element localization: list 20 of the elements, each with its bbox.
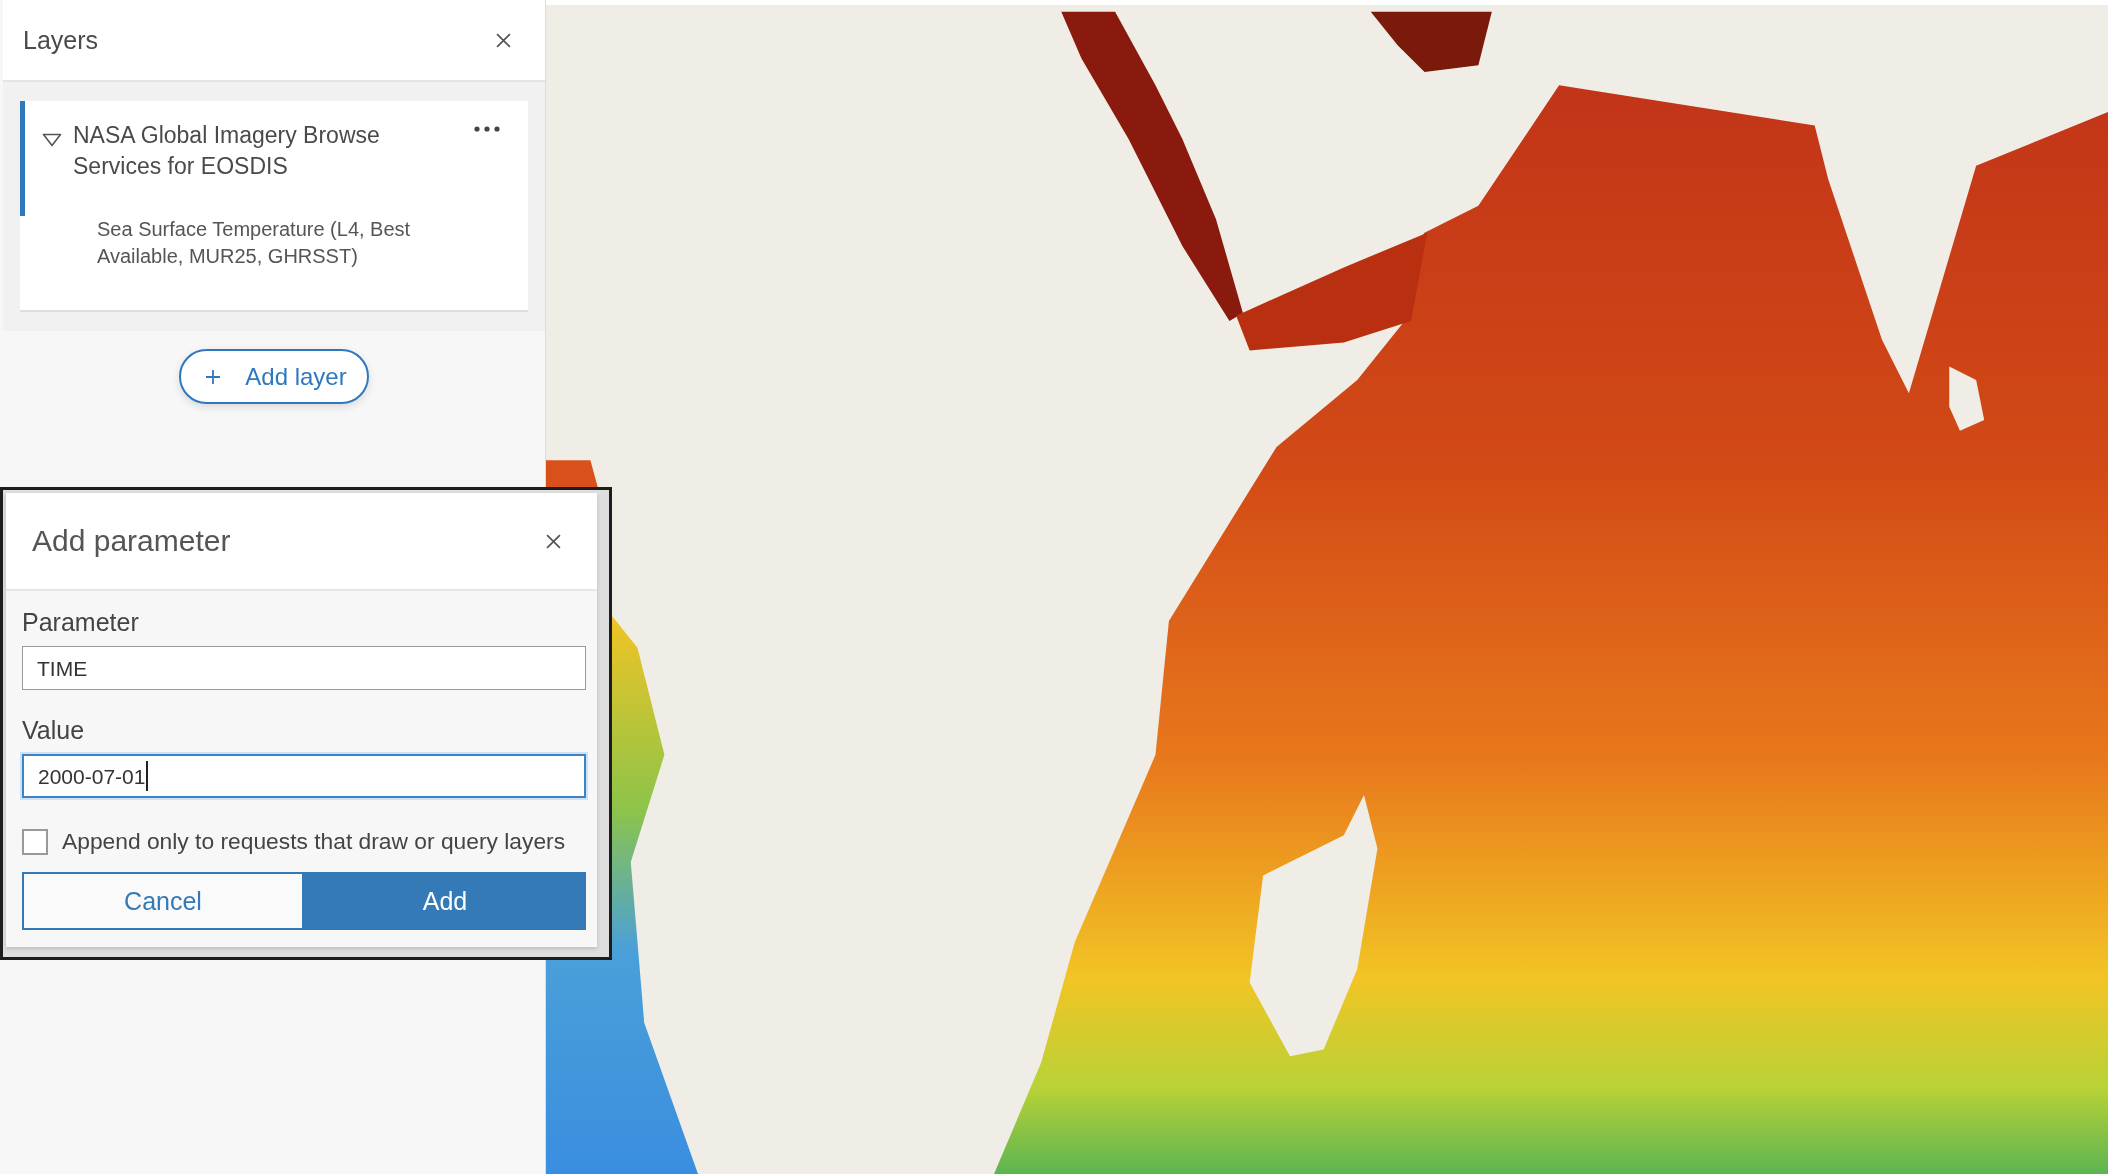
more-icon	[474, 126, 500, 132]
plus-icon	[205, 368, 222, 385]
add-layer-button[interactable]: Add layer	[179, 349, 369, 404]
panel-title: Layers	[23, 25, 99, 55]
close-icon	[496, 32, 511, 48]
add-button[interactable]: Add	[304, 872, 586, 930]
text-field[interactable]: 2000-07-01	[22, 754, 586, 798]
field-label: Value	[22, 715, 86, 746]
checkbox[interactable]	[22, 828, 48, 855]
dialog-title: Add parameter	[32, 524, 231, 558]
cancel-button[interactable]: Cancel	[22, 872, 304, 930]
text-cursor-icon	[146, 761, 149, 791]
layer-title[interactable]: NASA Global Imagery Browse Services for EOSDIS	[73, 120, 413, 182]
island-shape	[1949, 366, 1985, 431]
caret-icon[interactable]	[42, 133, 62, 147]
close-icon	[546, 533, 561, 549]
field-label: Parameter	[22, 607, 140, 638]
sublayer-title[interactable]: Sea Surface Temperature (L4, Best Available, MUR25, GHRSST)	[20, 216, 447, 270]
text-field[interactable]: TIME	[22, 646, 586, 690]
checkbox-label[interactable]: Append only to requests that draw or query layers	[62, 828, 566, 855]
